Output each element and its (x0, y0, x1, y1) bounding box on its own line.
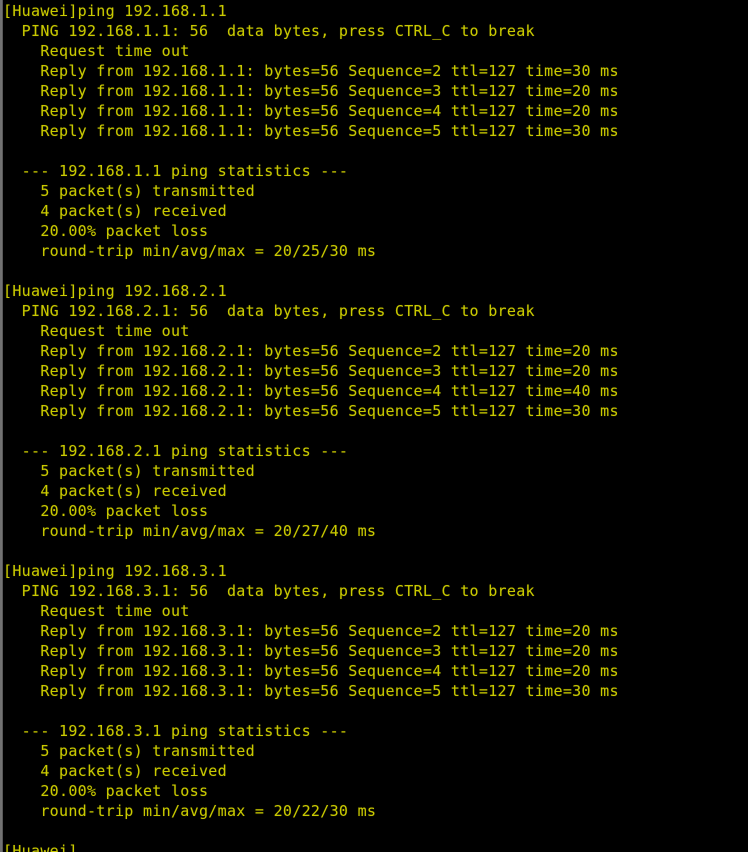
ping-banner: PING 192.168.1.1: 56 data bytes, press C… (3, 22, 535, 40)
current-prompt[interactable]: [Huawei] (3, 841, 748, 852)
ping-reply-line: Reply from 192.168.3.1: bytes=56 Sequenc… (3, 642, 619, 660)
ping-reply-line: Reply from 192.168.2.1: bytes=56 Sequenc… (3, 342, 619, 360)
ping-reply-line: Reply from 192.168.1.1: bytes=56 Sequenc… (3, 102, 619, 120)
packets-transmitted-line: 5 packet(s) transmitted (3, 182, 255, 200)
packets-transmitted-line: 5 packet(s) transmitted (3, 462, 255, 480)
command-line[interactable]: [Huawei]ping 192.168.2.1 (3, 281, 748, 301)
packet-loss-line: 20.00% packet loss (3, 502, 209, 520)
terminal-window[interactable]: [Huawei]ping 192.168.1.1 PING 192.168.1.… (0, 0, 748, 852)
ping-reply-line: Reply from 192.168.2.1: bytes=56 Sequenc… (3, 362, 619, 380)
request-timeout-line: Request time out (3, 602, 190, 620)
packets-received-line: 4 packet(s) received (3, 202, 227, 220)
ping-reply-line: Reply from 192.168.1.1: bytes=56 Sequenc… (3, 62, 619, 80)
ping-reply-line: Reply from 192.168.3.1: bytes=56 Sequenc… (3, 622, 619, 640)
packets-transmitted-line: 5 packet(s) transmitted (3, 742, 255, 760)
ping-reply-line: Reply from 192.168.3.1: bytes=56 Sequenc… (3, 662, 619, 680)
ping-statistics-header: --- 192.168.1.1 ping statistics --- (3, 162, 349, 180)
round-trip-line: round-trip min/avg/max = 20/27/40 ms (3, 522, 377, 540)
packets-received-line: 4 packet(s) received (3, 762, 227, 780)
window-left-edge (0, 0, 3, 852)
ping-statistics-header: --- 192.168.3.1 ping statistics --- (3, 722, 349, 740)
ping-reply-line: Reply from 192.168.1.1: bytes=56 Sequenc… (3, 82, 619, 100)
round-trip-line: round-trip min/avg/max = 20/22/30 ms (3, 802, 377, 820)
ping-banner: PING 192.168.2.1: 56 data bytes, press C… (3, 302, 535, 320)
packets-received-line: 4 packet(s) received (3, 482, 227, 500)
ping-banner: PING 192.168.3.1: 56 data bytes, press C… (3, 582, 535, 600)
request-timeout-line: Request time out (3, 42, 190, 60)
command-line[interactable]: [Huawei]ping 192.168.1.1 (3, 1, 748, 21)
request-timeout-line: Request time out (3, 322, 190, 340)
terminal-output-area[interactable]: [Huawei]ping 192.168.1.1 PING 192.168.1.… (3, 0, 748, 852)
ping-reply-line: Reply from 192.168.2.1: bytes=56 Sequenc… (3, 402, 619, 420)
ping-reply-line: Reply from 192.168.1.1: bytes=56 Sequenc… (3, 122, 619, 140)
ping-reply-line: Reply from 192.168.3.1: bytes=56 Sequenc… (3, 682, 619, 700)
round-trip-line: round-trip min/avg/max = 20/25/30 ms (3, 242, 377, 260)
packet-loss-line: 20.00% packet loss (3, 222, 209, 240)
packet-loss-line: 20.00% packet loss (3, 782, 209, 800)
command-line[interactable]: [Huawei]ping 192.168.3.1 (3, 561, 748, 581)
ping-statistics-header: --- 192.168.2.1 ping statistics --- (3, 442, 349, 460)
ping-reply-line: Reply from 192.168.2.1: bytes=56 Sequenc… (3, 382, 619, 400)
